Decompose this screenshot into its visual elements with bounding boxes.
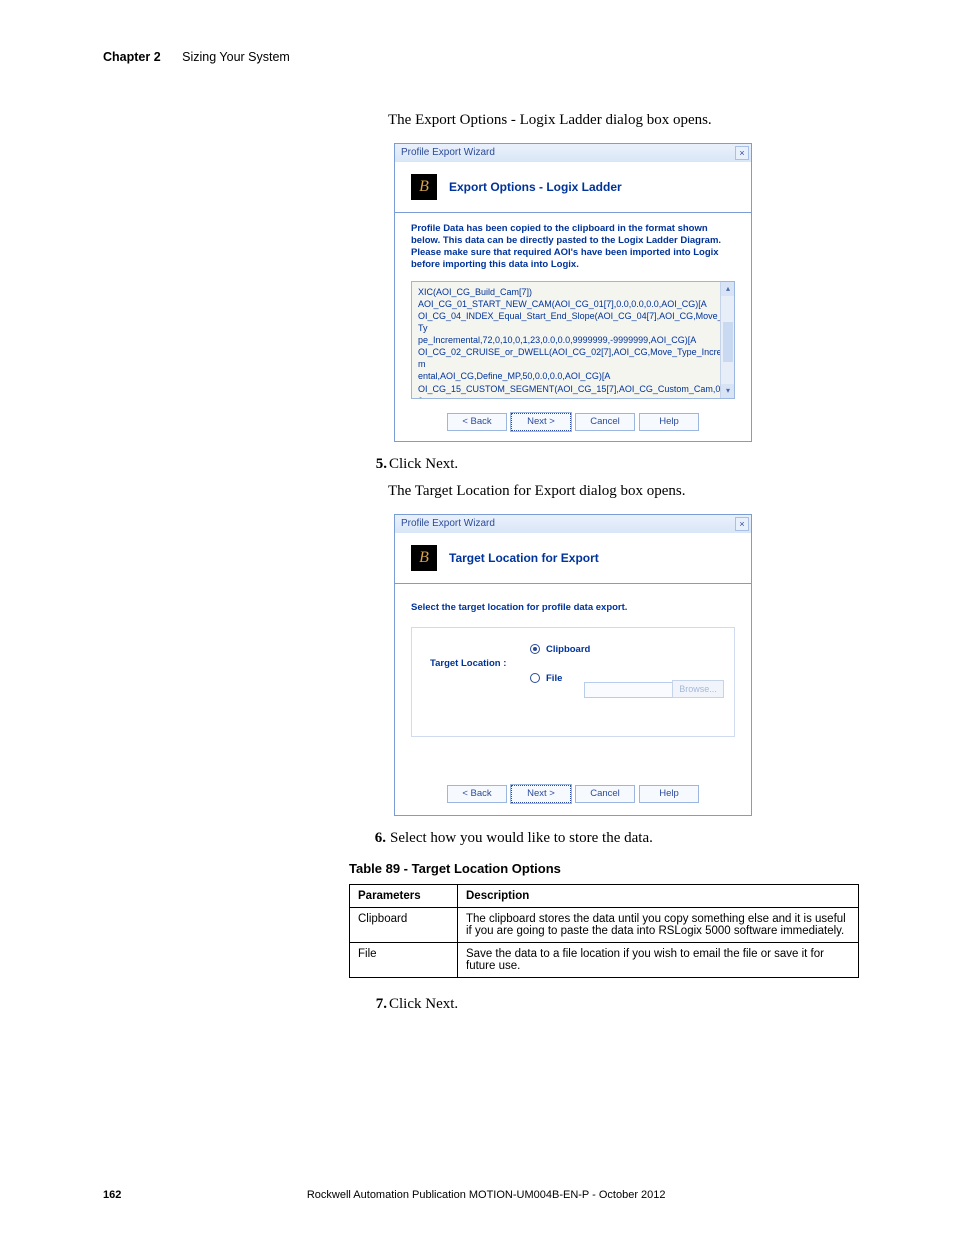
chapter-label: Chapter 2 <box>103 50 161 64</box>
intro-text-1: The Export Options - Logix Ladder dialog… <box>388 112 954 129</box>
dialog1-head: B Export Options - Logix Ladder <box>395 162 751 213</box>
step-6: 6. Select how you would like to store th… <box>368 830 954 847</box>
scroll-up-icon[interactable]: ▴ <box>721 282 735 296</box>
step-7: 7. Click Next. <box>367 996 954 1013</box>
cell-desc-0: The clipboard stores the data until you … <box>458 907 859 942</box>
browse-button[interactable]: Browse... <box>672 680 724 698</box>
dialog1-buttons: < Back Next > Cancel Help <box>395 399 751 441</box>
dialog1-heading: Export Options - Logix Ladder <box>449 180 622 194</box>
cell-desc-1: Save the data to a file location if you … <box>458 942 859 977</box>
scroll-down-icon[interactable]: ▾ <box>721 384 735 398</box>
cell-param-1: File <box>350 942 458 977</box>
clipboard-preview: XIC(AOI_CG_Build_Cam[7]) AOI_CG_01_START… <box>411 281 735 399</box>
dialog2-head: B Target Location for Export <box>395 533 751 584</box>
scroll-thumb[interactable] <box>723 322 733 362</box>
th-parameters: Parameters <box>350 884 458 907</box>
export-options-dialog: Profile Export Wizard × B Export Options… <box>394 143 752 442</box>
table-row: Clipboard The clipboard stores the data … <box>350 907 859 942</box>
dialog2-title: Profile Export Wizard <box>401 518 495 529</box>
next-button[interactable]: Next > <box>511 413 571 431</box>
step-5: 5. Click Next. <box>367 456 954 473</box>
step-7-text: Click Next. <box>389 996 954 1013</box>
para-2: The Target Location for Export dialog bo… <box>388 483 954 500</box>
th-description: Description <box>458 884 859 907</box>
page-number: 162 <box>103 1189 121 1201</box>
step-7-num: 7. <box>367 996 387 1013</box>
dialog2-instructions: Select the target location for profile d… <box>395 584 751 627</box>
dialog2-heading: Target Location for Export <box>449 551 599 565</box>
table-header-row: Parameters Description <box>350 884 859 907</box>
cancel-button[interactable]: Cancel <box>575 785 635 803</box>
page-header: Chapter 2 Sizing Your System <box>0 0 954 64</box>
wizard-icon: B <box>411 174 437 200</box>
step-6-text: Select how you would like to store the d… <box>390 830 954 847</box>
footer: 162 Rockwell Automation Publication MOTI… <box>103 1189 851 1201</box>
cancel-button[interactable]: Cancel <box>575 413 635 431</box>
code-content: XIC(AOI_CG_Build_Cam[7]) AOI_CG_01_START… <box>412 282 734 399</box>
target-location-dialog: Profile Export Wizard × B Target Locatio… <box>394 514 752 816</box>
step-5-text: Click Next. <box>389 456 954 473</box>
step-6-num: 6. <box>368 830 386 847</box>
radio-file-label: File <box>546 673 562 684</box>
dialog1-instructions: Profile Data has been copied to the clip… <box>395 213 751 273</box>
target-location-table: Parameters Description Clipboard The cli… <box>349 884 859 978</box>
dialog2-titlebar: Profile Export Wizard × <box>395 515 751 533</box>
close-icon[interactable]: × <box>735 146 749 160</box>
help-button[interactable]: Help <box>639 413 699 431</box>
radio-empty-icon <box>530 673 540 683</box>
scrollbar[interactable]: ▴ ▾ <box>720 282 734 398</box>
table-row: File Save the data to a file location if… <box>350 942 859 977</box>
target-panel: Target Location : Clipboard File Browse.… <box>411 627 735 737</box>
radio-clipboard-label: Clipboard <box>546 644 590 655</box>
target-location-label: Target Location : <box>430 658 530 669</box>
step-5-num: 5. <box>367 456 387 473</box>
wizard-icon: B <box>411 545 437 571</box>
section-title: Sizing Your System <box>182 50 290 64</box>
radio-clipboard[interactable]: Clipboard <box>530 644 590 655</box>
close-icon[interactable]: × <box>735 517 749 531</box>
table-title: Table 89 - Target Location Options <box>349 861 954 876</box>
next-button[interactable]: Next > <box>511 785 571 803</box>
back-button[interactable]: < Back <box>447 785 507 803</box>
help-button[interactable]: Help <box>639 785 699 803</box>
cell-param-0: Clipboard <box>350 907 458 942</box>
dialog1-title: Profile Export Wizard <box>401 147 495 158</box>
publication-info: Rockwell Automation Publication MOTION-U… <box>103 1189 851 1201</box>
dialog1-titlebar: Profile Export Wizard × <box>395 144 751 162</box>
radio-file[interactable]: File <box>530 673 590 684</box>
back-button[interactable]: < Back <box>447 413 507 431</box>
dialog2-buttons: < Back Next > Cancel Help <box>395 785 751 803</box>
radio-dot-icon <box>530 644 540 654</box>
